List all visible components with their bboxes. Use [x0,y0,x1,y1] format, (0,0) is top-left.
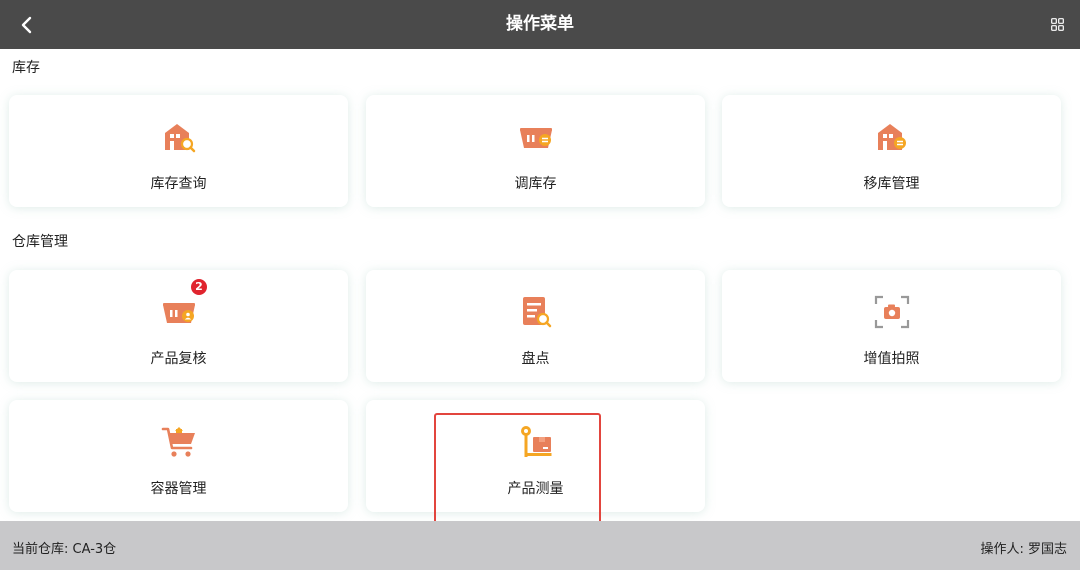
camera-scan-icon [874,295,909,329]
tile-label: 调库存 [514,176,557,192]
tile-product-review[interactable]: 2 产品复核 [9,270,348,382]
tile-product-measurement[interactable]: 产品测量 [366,400,705,512]
section-title-warehouse: 仓库管理 [12,234,68,250]
tile-label: 移库管理 [863,176,920,192]
page-title: 操作菜单 [506,14,574,34]
tile-stocktake[interactable]: 盘点 [366,270,705,382]
tile-label: 库存查询 [150,176,207,192]
current-warehouse: 当前仓库: CA-3仓 [12,542,117,557]
tile-inventory-query[interactable]: 库存查询 [9,95,348,207]
status-bar: 当前仓库: CA-3仓 操作人: 罗国志 [0,521,1080,570]
tile-adjust-inventory[interactable]: 调库存 [366,95,705,207]
shopping-cart-icon [161,427,195,457]
basket-user-icon [162,303,195,323]
operator-name: 操作人: 罗国志 [980,542,1067,557]
notification-badge: 2 [191,279,207,295]
package-measure-icon [520,426,551,457]
top-bar: 操作菜单 [0,0,1080,49]
tile-label: 容器管理 [150,481,207,497]
basket-transfer-icon [519,128,552,148]
section-title-inventory: 库存 [12,60,40,76]
tile-container-management[interactable]: 容器管理 [9,400,348,512]
warehouse-search-icon [164,124,195,153]
grid-icon [1050,17,1064,31]
menu-content: 库存 库存查询 调库存 移库管理 仓库管理 2 产品复核 盘点 增值拍照 容器管… [0,49,1080,521]
grid-menu-button[interactable] [1048,15,1066,33]
tile-label: 产品测量 [507,481,564,497]
tile-label: 产品复核 [150,351,207,367]
tile-label: 盘点 [521,351,550,367]
document-search-icon [522,297,551,328]
tile-value-added-photo[interactable]: 增值拍照 [722,270,1061,382]
tile-transfer-management[interactable]: 移库管理 [722,95,1061,207]
warehouse-transfer-icon [877,124,906,150]
tile-label: 增值拍照 [863,351,920,367]
